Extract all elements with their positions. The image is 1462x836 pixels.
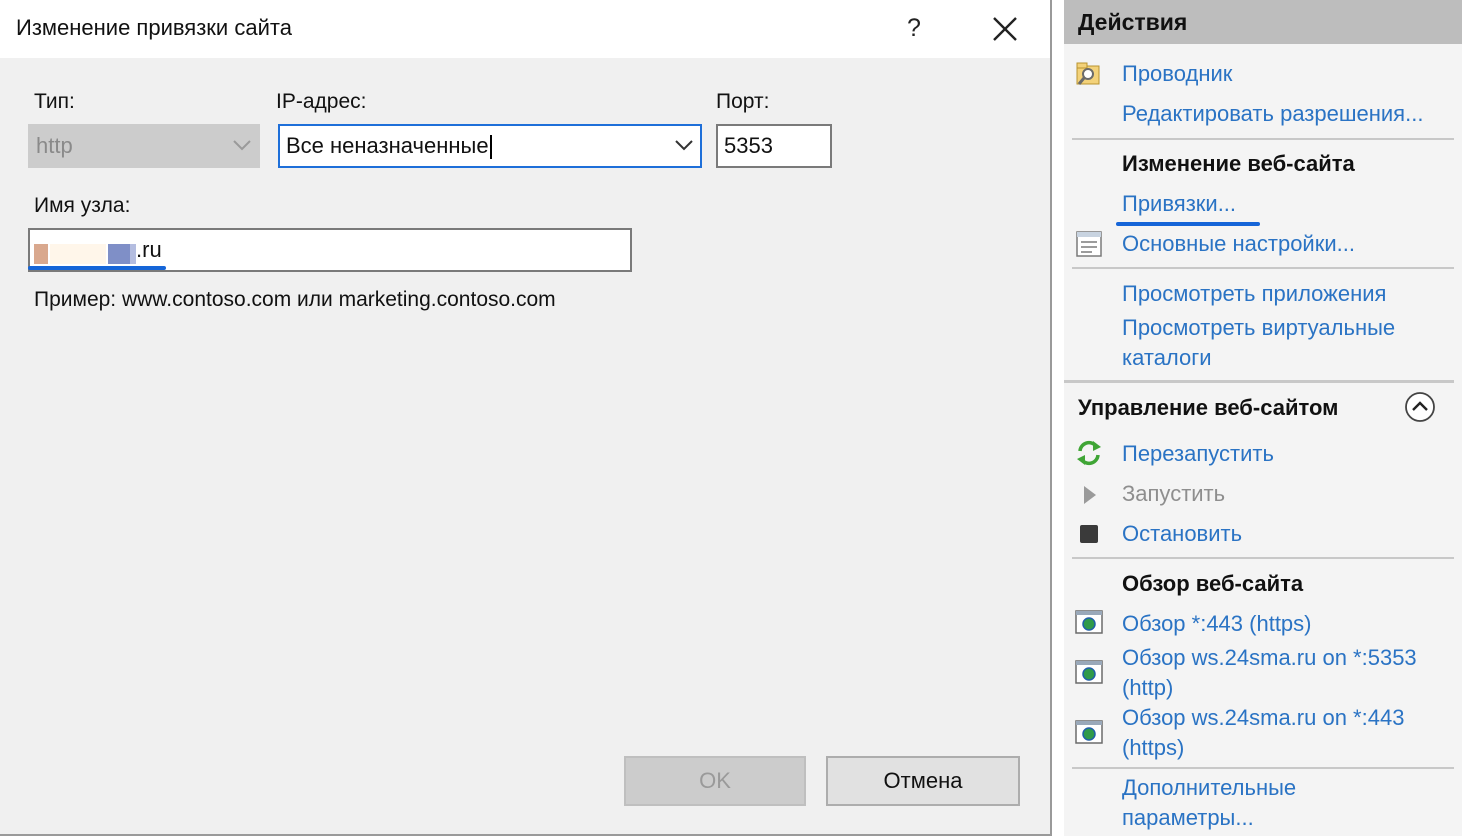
explorer-link[interactable]: Проводник	[1122, 61, 1232, 87]
port-label: Порт:	[716, 90, 770, 113]
cancel-button[interactable]: Отмена	[826, 756, 1020, 806]
type-select-value: http	[36, 133, 73, 158]
view-virtual-dirs-link-line2[interactable]: каталоги	[1122, 345, 1212, 371]
collapse-button[interactable]	[1404, 391, 1436, 423]
advanced-settings-link[interactable]: Дополнительные	[1122, 775, 1296, 801]
redacted-block	[50, 244, 106, 264]
separator	[1072, 767, 1454, 769]
ip-address-select[interactable]: Все неназначенные	[278, 124, 702, 168]
type-select[interactable]: http	[28, 124, 260, 168]
close-icon	[993, 17, 1017, 41]
browse-host-443-link-line2[interactable]: (https)	[1122, 735, 1184, 761]
basic-settings-link[interactable]: Основные настройки...	[1122, 231, 1355, 257]
view-virtual-dirs-link[interactable]: Просмотреть виртуальные	[1122, 315, 1395, 341]
dialog-titlebar: Изменение привязки сайта ?	[0, 0, 1050, 58]
chevron-down-icon	[233, 140, 251, 151]
host-name-label: Имя узла:	[34, 194, 131, 217]
highlight-underline	[1116, 222, 1260, 226]
port-value: 5353	[724, 133, 773, 158]
view-applications-link[interactable]: Просмотреть приложения	[1122, 281, 1386, 307]
start-icon	[1084, 486, 1096, 504]
ip-label: IP-адрес:	[276, 90, 367, 113]
help-button[interactable]: ?	[896, 6, 932, 50]
collapse-up-icon	[1405, 392, 1435, 422]
redacted-block	[34, 244, 48, 264]
separator	[1064, 380, 1454, 383]
host-name-suffix: .ru	[136, 237, 162, 262]
actions-header: Действия	[1064, 0, 1462, 44]
type-label: Тип:	[34, 90, 75, 113]
browse-icon	[1075, 720, 1103, 744]
manage-site-header: Управление веб-сайтом	[1078, 395, 1339, 420]
browse-https-443-link[interactable]: Обзор *:443 (https)	[1122, 611, 1312, 637]
edit-site-header: Изменение веб-сайта	[1122, 151, 1355, 176]
stop-icon	[1080, 525, 1098, 543]
port-input[interactable]: 5353	[716, 124, 832, 168]
settings-icon	[1076, 231, 1102, 257]
edit-binding-dialog: Изменение привязки сайта ? Тип: IP-адрес…	[0, 0, 1052, 836]
browse-host-5353-link[interactable]: Обзор ws.24sma.ru on *:5353	[1122, 645, 1417, 671]
browse-site-header: Обзор веб-сайта	[1122, 571, 1304, 596]
actions-title: Действия	[1078, 9, 1188, 35]
browse-host-443-link[interactable]: Обзор ws.24sma.ru on *:443	[1122, 705, 1404, 731]
chevron-down-icon	[675, 140, 693, 151]
ip-select-value: Все неназначенные	[286, 133, 489, 158]
separator	[1072, 138, 1454, 140]
text-caret	[489, 135, 492, 160]
advanced-settings-link-line2[interactable]: параметры...	[1122, 805, 1254, 831]
bindings-link[interactable]: Привязки...	[1122, 191, 1236, 217]
actions-pane: Действия Проводник Редактировать разреше…	[1064, 0, 1462, 836]
explorer-icon	[1076, 62, 1100, 85]
separator	[1072, 557, 1454, 559]
edit-permissions-link[interactable]: Редактировать разрешения...	[1122, 101, 1423, 127]
stop-link[interactable]: Остановить	[1122, 521, 1242, 547]
close-button[interactable]	[984, 8, 1026, 50]
browse-icon	[1075, 660, 1103, 684]
browse-host-5353-link-line2[interactable]: (http)	[1122, 675, 1173, 701]
dialog-title: Изменение привязки сайта	[16, 15, 292, 40]
separator	[1072, 267, 1454, 269]
restart-link[interactable]: Перезапустить	[1122, 441, 1274, 467]
highlight-underline	[28, 266, 166, 270]
restart-icon	[1077, 440, 1101, 466]
start-link[interactable]: Запустить	[1122, 481, 1225, 507]
ok-button[interactable]: OK	[624, 756, 806, 806]
redacted-block	[108, 244, 130, 264]
browse-icon	[1075, 610, 1103, 634]
host-name-example: Пример: www.contoso.com или marketing.co…	[34, 288, 556, 311]
